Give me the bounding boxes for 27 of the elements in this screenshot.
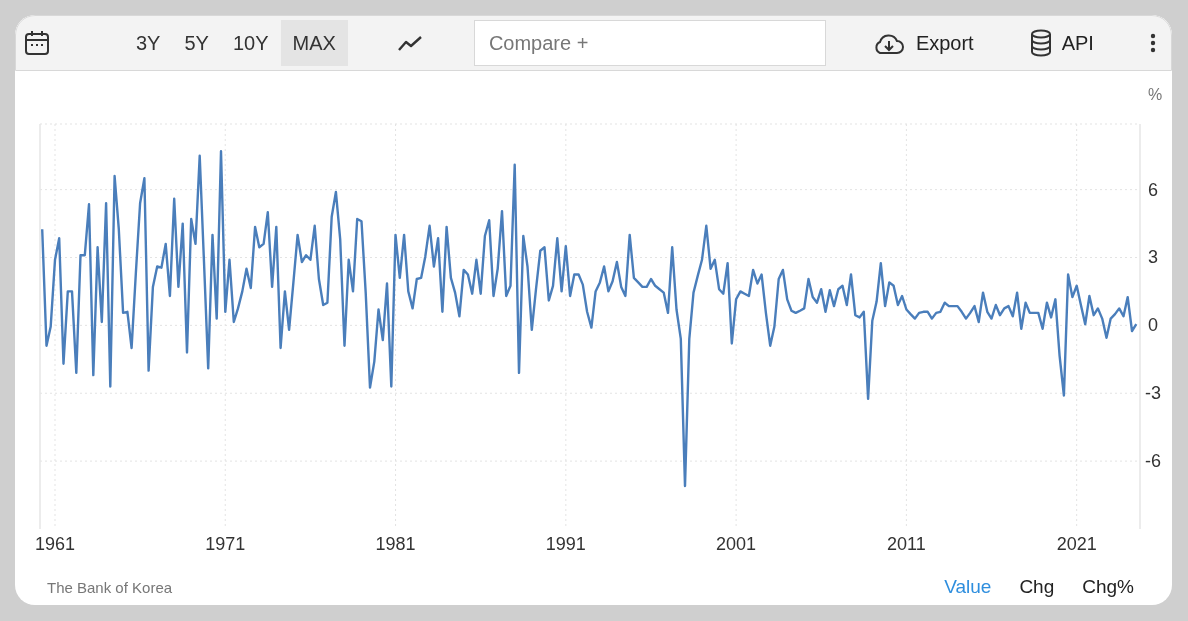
more-menu-icon[interactable] (1149, 33, 1156, 53)
range-button[interactable]: 5Y (172, 20, 221, 66)
axis-label: 1961 (34, 534, 75, 554)
unit-label: % (1147, 86, 1163, 103)
range-button[interactable]: 10Y (220, 20, 281, 66)
axis-label: 3 (1148, 247, 1158, 268)
range-button[interactable]: 3Y (124, 20, 173, 66)
axis-label: 1981 (375, 534, 416, 554)
axis-label: 1971 (205, 534, 246, 554)
axis-label: -6 (1145, 451, 1161, 472)
axis-label: 0 (1148, 315, 1158, 336)
axis-label: 2011 (887, 534, 926, 554)
view-tab[interactable]: Chg (1011, 576, 1063, 598)
axis-label: 6 (1148, 179, 1158, 200)
export-button[interactable]: Export (865, 23, 980, 63)
range-button[interactable]: MAX (280, 20, 348, 66)
source-label: The Bank of Korea (47, 578, 173, 596)
calendar-icon[interactable] (24, 30, 50, 56)
database-icon (1029, 29, 1052, 57)
line-chart-icon[interactable] (397, 34, 422, 52)
axis-label: 2001 (716, 534, 757, 554)
compare-field[interactable]: Compare + (473, 20, 826, 66)
view-tab[interactable]: Chg% (1074, 576, 1142, 598)
axis-label: 1991 (545, 534, 586, 554)
api-button[interactable]: API (1023, 23, 1100, 63)
axis-label: 2021 (1056, 534, 1097, 554)
axis-label: -3 (1145, 383, 1161, 404)
